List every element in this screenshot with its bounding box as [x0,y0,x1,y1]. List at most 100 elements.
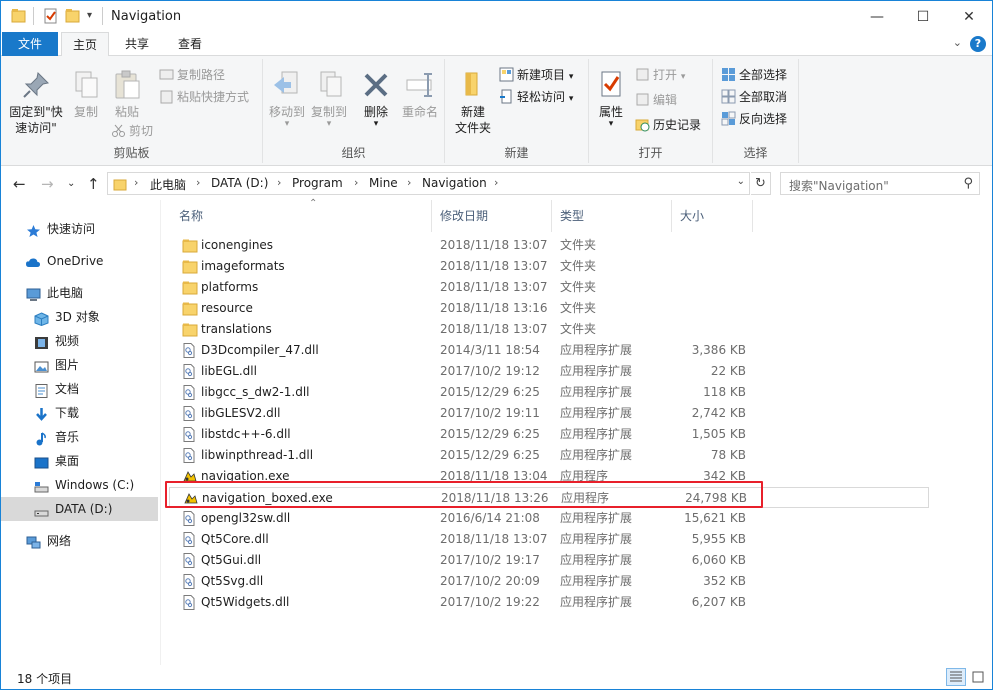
table-row[interactable]: libwinpthread-1.dll 2015/12/29 6:25 应用程序扩展… [169,445,929,466]
table-row[interactable]: Qt5Svg.dll 2017/10/2 20:09 应用程序扩展 352 KB [169,571,929,592]
column-header-name[interactable]: ⌃ 名称 [171,198,432,232]
file-type: 应用程序扩展 [560,595,633,609]
search-placeholder: 搜索"Navigation" [789,179,889,193]
folder-icon [182,301,198,316]
search-input[interactable]: 搜索"Navigation" ⚲ [780,172,980,195]
column-header-size[interactable]: 大小 [672,200,753,232]
sidebar-item-music[interactable]: 音乐 [1,425,158,449]
cut-button[interactable]: 剪切 [111,121,153,141]
move-to-button[interactable]: 移动到 ▾ [267,69,307,129]
select-all-button[interactable]: 全部选择 [721,65,787,85]
breadcrumb-navigation[interactable]: Navigation [422,176,487,190]
address-dropdown-icon[interactable]: ⌄ [737,176,745,187]
table-row[interactable]: libEGL.dll 2017/10/2 19:12 应用程序扩展 22 KB [169,361,929,382]
open-icon [635,67,650,82]
tab-file[interactable]: 文件 [2,32,58,56]
breadcrumb-separator[interactable]: › [134,176,138,189]
rename-button[interactable]: 重命名 [399,69,441,120]
table-row[interactable]: Qt5Widgets.dll 2017/10/2 19:22 应用程序扩展 6,207… [169,592,929,613]
minimize-button[interactable]: — [854,1,900,32]
sidebar-item-quick-access[interactable]: 快速访问 [1,217,158,241]
breadcrumb-separator[interactable]: › [277,176,281,189]
table-row[interactable]: libstdc++-6.dll 2015/12/29 6:25 应用程序扩展 1,50… [169,424,929,445]
paste-shortcut-button[interactable]: 粘贴快捷方式 [159,87,249,107]
up-arrow-icon[interactable]: ↑ [87,175,100,193]
help-icon[interactable]: ? [970,36,986,52]
sidebar-item-desktop[interactable]: 桌面 [1,449,158,473]
quick-access-dropdown-icon[interactable]: ▾ [87,10,92,21]
maximize-button[interactable]: ☐ [900,1,946,32]
breadcrumb-separator[interactable]: › [196,176,200,189]
file-size: 1,505 KB [691,427,746,441]
copy-to-button[interactable]: 复制到 ▾ [309,69,349,129]
select-none-button[interactable]: 全部取消 [721,87,787,107]
table-row[interactable]: platforms 2018/11/18 13:07 文件夹 [169,277,929,298]
tab-view[interactable]: 查看 [166,32,214,56]
table-row[interactable]: navigation_boxed.exe 2018/11/18 13:26 应用程序… [169,487,929,508]
dll-file-icon [182,574,196,589]
new-folder-button[interactable]: 新建 文件夹 [451,69,495,136]
copy-path-button[interactable]: 复制路径 [159,65,225,85]
column-header-type[interactable]: 类型 [552,200,672,232]
paste-button[interactable]: 粘贴 [109,69,145,120]
sidebar-item-network[interactable]: 网络 [1,529,158,553]
tab-home[interactable]: 主页 [61,32,109,57]
table-row[interactable]: D3Dcompiler_47.dll 2014/3/11 18:54 应用程序扩展 3… [169,340,929,361]
forward-arrow-icon[interactable]: → [41,175,54,193]
breadcrumb-separator[interactable]: › [354,176,358,189]
breadcrumb-mine[interactable]: Mine [369,176,398,190]
sidebar-item-pictures[interactable]: 图片 [1,353,158,377]
sidebar-item-onedrive[interactable]: OneDrive [1,249,158,273]
copy-button[interactable]: 复制 [69,69,103,120]
edit-button[interactable]: 编辑 [635,90,677,110]
details-view-icon[interactable] [946,668,966,686]
table-row[interactable]: resource 2018/11/18 13:16 文件夹 [169,298,929,319]
sidebar-item-videos[interactable]: 视频 [1,329,158,353]
table-row[interactable]: Qt5Core.dll 2018/11/18 13:07 应用程序扩展 5,955 K… [169,529,929,550]
invert-selection-button[interactable]: 反向选择 [721,109,787,129]
breadcrumb-data-drive[interactable]: DATA (D:) [211,176,268,190]
pin-quick-access-button[interactable]: 固定到"快速访问" [5,69,67,136]
properties-quick-icon[interactable] [43,8,59,24]
history-button[interactable]: 历史记录 [635,115,701,135]
new-item-button[interactable]: 新建项目 ▾ [499,65,573,85]
new-folder-quick-icon[interactable] [65,8,81,24]
file-name: translations [201,322,272,336]
table-row[interactable]: translations 2018/11/18 13:07 文件夹 [169,319,929,340]
easy-access-button[interactable]: 轻松访问 ▾ [499,87,573,107]
collapse-ribbon-icon[interactable]: ⌄ [953,36,962,49]
table-row[interactable]: iconengines 2018/11/18 13:07 文件夹 [169,235,929,256]
dll-file-icon [182,448,196,463]
sidebar-item-downloads[interactable]: 下载 [1,401,158,425]
back-arrow-icon[interactable]: ← [13,175,26,193]
sidebar-item-this-pc[interactable]: 此电脑 [1,281,158,305]
sidebar-item-documents[interactable]: 文档 [1,377,158,401]
breadcrumb-separator[interactable]: › [494,176,498,189]
table-row[interactable]: Qt5Gui.dll 2017/10/2 19:17 应用程序扩展 6,060 KB [169,550,929,571]
sidebar-item-3d-objects[interactable]: 3D 对象 [1,305,158,329]
table-row[interactable]: libGLESV2.dll 2017/10/2 19:11 应用程序扩展 2,742 … [169,403,929,424]
large-icons-view-icon[interactable] [968,668,988,686]
open-button[interactable]: 打开 ▾ [635,65,685,85]
sidebar-label: Windows (C:) [55,478,135,492]
tab-share[interactable]: 共享 [113,32,161,56]
refresh-icon[interactable]: ↻ [751,172,771,195]
column-header-date[interactable]: 修改日期 [432,200,552,232]
close-button[interactable]: ✕ [946,1,992,32]
breadcrumb-program[interactable]: Program [292,176,343,190]
breadcrumb-this-pc[interactable]: 此电脑 [150,176,186,193]
table-row[interactable]: libgcc_s_dw2-1.dll 2015/12/29 6:25 应用程序扩展 1… [169,382,929,403]
delete-button[interactable]: 删除 ▾ [359,69,393,129]
properties-button[interactable]: 属性 ▾ [593,69,629,129]
address-bar[interactable]: › 此电脑 › DATA (D:) › Program › Mine › Nav… [107,172,750,195]
table-row[interactable]: navigation.exe 2018/11/18 13:04 应用程序 342 KB [169,466,929,487]
sidebar-item-windows-c[interactable]: Windows (C:) [1,473,158,497]
sidebar-item-data-d[interactable]: DATA (D:) [1,497,158,521]
recent-locations-icon[interactable]: ⌄ [67,178,75,189]
file-date: 2017/10/2 19:17 [440,553,540,567]
file-date: 2018/11/18 13:07 [440,259,548,273]
table-row[interactable]: imageformats 2018/11/18 13:07 文件夹 [169,256,929,277]
table-row[interactable]: opengl32sw.dll 2016/6/14 21:08 应用程序扩展 15,62… [169,508,929,529]
file-size: 118 KB [703,385,746,399]
breadcrumb-separator[interactable]: › [407,176,411,189]
